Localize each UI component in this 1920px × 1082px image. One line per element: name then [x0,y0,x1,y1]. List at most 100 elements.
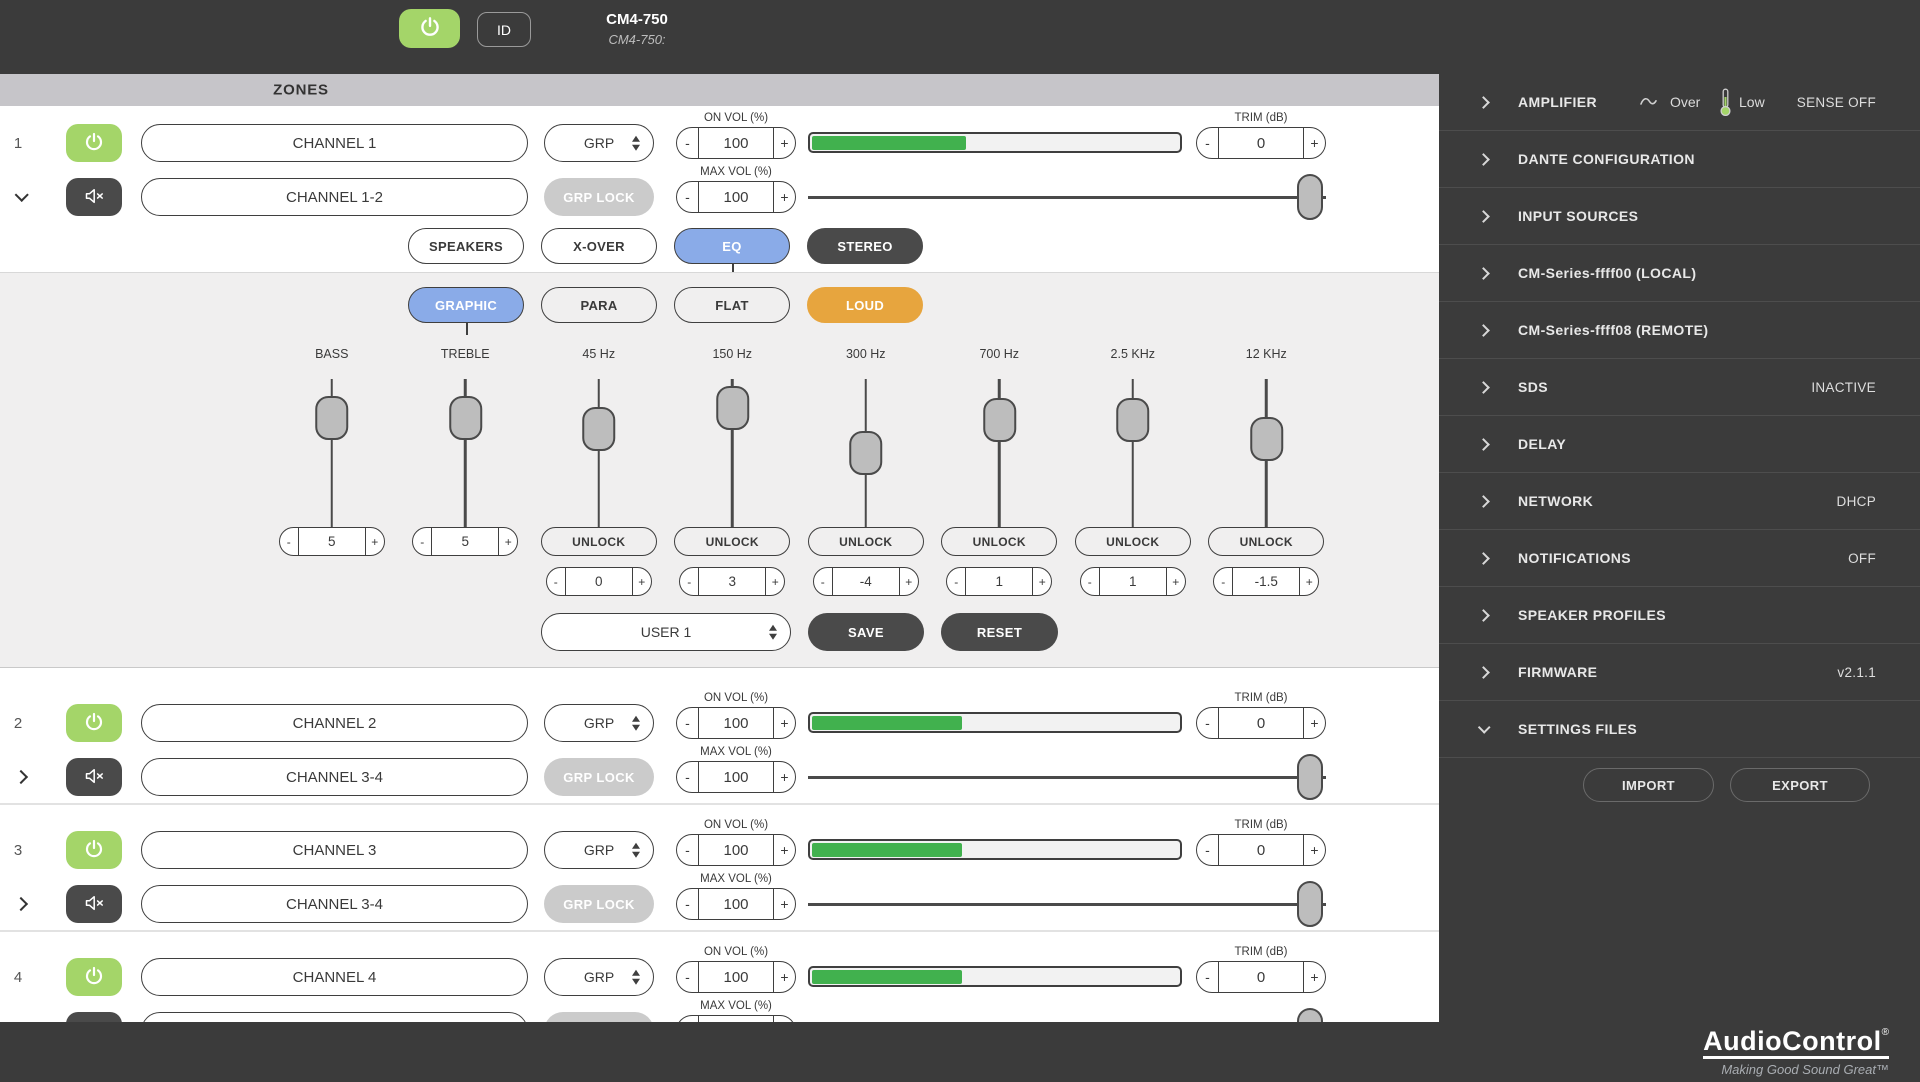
eq-save-button[interactable]: SAVE [808,613,924,651]
max-vol-slider[interactable] [808,758,1326,796]
grp-lock-button[interactable]: GRP LOCK [544,178,654,216]
stepper-value[interactable]: 0 [1218,835,1304,865]
eq-band-slider[interactable] [865,379,868,529]
eq-slider-handle[interactable] [582,407,615,451]
grp-lock-button[interactable]: GRP LOCK [544,885,654,923]
max-vol-slider[interactable] [808,178,1326,216]
stepper-minus-button[interactable]: - [947,568,965,595]
stepper-plus-button[interactable]: + [774,182,795,212]
stepper-minus-button[interactable]: - [1197,835,1218,865]
sidebar-item[interactable]: DANTE CONFIGURATION [1439,131,1920,188]
slider-handle[interactable] [1297,754,1323,800]
stepper-plus-button[interactable]: + [1167,568,1185,595]
stepper-value[interactable]: 100 [698,762,774,792]
eq-reset-button[interactable]: RESET [941,613,1058,651]
export-button[interactable]: EXPORT [1730,768,1870,802]
eq-slider-handle[interactable] [315,396,348,440]
channel-power-button[interactable] [66,704,122,742]
stepper-minus-button[interactable]: - [547,568,565,595]
eq-slider-handle[interactable] [849,431,882,475]
stepper-value[interactable]: 3 [698,568,766,595]
sidebar-item[interactable]: DELAY [1439,416,1920,473]
stepper-minus-button[interactable]: - [413,528,431,555]
stepper-value[interactable]: -1.5 [1232,568,1300,595]
stepper-plus-button[interactable]: + [774,708,795,738]
stepper-value[interactable]: 1 [965,568,1033,595]
master-power-button[interactable] [399,9,460,48]
stepper-minus-button[interactable]: - [680,568,698,595]
eq-unlock-button[interactable]: UNLOCK [674,527,790,556]
sidebar-item[interactable]: CM-Series-ffff00 (LOCAL) [1439,245,1920,302]
eq-band-slider[interactable] [1132,379,1135,529]
channel-groupname-input[interactable] [141,885,528,923]
channel-power-button[interactable] [66,124,122,162]
eq-band-slider[interactable] [998,379,1001,529]
import-button[interactable]: IMPORT [1583,768,1714,802]
channel-group-select[interactable]: GRP [544,124,654,162]
channel-power-button[interactable] [66,958,122,996]
channel-groupname-input[interactable] [141,178,528,216]
eq-preset-select[interactable]: USER 1 [541,613,791,651]
eq-slider-handle[interactable] [1116,398,1149,442]
stepper-plus-button[interactable]: + [1304,962,1325,992]
channel-power-button[interactable] [66,831,122,869]
tab-eq[interactable]: EQ [674,228,790,264]
eq-unlock-button[interactable]: UNLOCK [808,527,924,556]
stepper-value[interactable]: 100 [698,835,774,865]
eq-unlock-button[interactable]: UNLOCK [1075,527,1191,556]
stepper-plus-button[interactable]: + [633,568,651,595]
id-button[interactable]: ID [477,12,531,47]
grp-lock-button[interactable]: GRP LOCK [544,758,654,796]
stepper-value[interactable]: 100 [698,128,774,158]
stepper-plus-button[interactable]: + [774,962,795,992]
stepper-plus-button[interactable]: + [774,835,795,865]
sidebar-item[interactable]: SETTINGS FILES [1439,701,1920,758]
stepper-value[interactable]: 5 [431,528,499,555]
channel-group-select[interactable]: GRP [544,958,654,996]
channel-name-input[interactable] [141,831,528,869]
stepper-minus-button[interactable]: - [814,568,832,595]
max-vol-slider[interactable] [808,885,1326,923]
stepper-minus-button[interactable]: - [1214,568,1232,595]
sidebar-item[interactable]: CM-Series-ffff08 (REMOTE) [1439,302,1920,359]
stepper-minus-button[interactable]: - [677,128,698,158]
channel-group-select[interactable]: GRP [544,831,654,869]
eq-mode-loud[interactable]: LOUD [807,287,923,323]
slider-handle[interactable] [1297,174,1323,220]
sidebar-item[interactable]: INPUT SOURCES [1439,188,1920,245]
slider-handle[interactable] [1297,881,1323,927]
stepper-minus-button[interactable]: - [677,835,698,865]
eq-slider-handle[interactable] [716,386,749,430]
eq-band-slider[interactable] [464,379,467,529]
stepper-minus-button[interactable]: - [677,962,698,992]
eq-mode-flat[interactable]: FLAT [674,287,790,323]
stepper-value[interactable]: 0 [565,568,633,595]
stepper-minus-button[interactable]: - [1197,962,1218,992]
channel-mute-button[interactable] [66,178,122,216]
stepper-minus-button[interactable]: - [677,762,698,792]
eq-band-slider[interactable] [731,379,734,529]
eq-unlock-button[interactable]: UNLOCK [1208,527,1324,556]
channel-expand-chevron[interactable] [6,885,36,923]
stepper-plus-button[interactable]: + [774,762,795,792]
stepper-value[interactable]: -4 [832,568,900,595]
eq-mode-para[interactable]: PARA [541,287,657,323]
eq-band-slider[interactable] [598,379,601,529]
stepper-plus-button[interactable]: + [1304,128,1325,158]
stepper-minus-button[interactable]: - [280,528,298,555]
channel-expand-chevron[interactable] [6,758,36,796]
stepper-minus-button[interactable]: - [1197,708,1218,738]
eq-slider-handle[interactable] [1250,417,1283,461]
channel-name-input[interactable] [141,124,528,162]
stepper-value[interactable]: 0 [1218,128,1304,158]
stepper-minus-button[interactable]: - [1197,128,1218,158]
stepper-value[interactable]: 1 [1099,568,1167,595]
stepper-value[interactable]: 100 [698,889,774,919]
stepper-value[interactable]: 5 [298,528,366,555]
stepper-minus-button[interactable]: - [677,182,698,212]
sidebar-item[interactable]: AMPLIFIER Over Low SENSE OFF [1439,74,1920,131]
eq-unlock-button[interactable]: UNLOCK [941,527,1057,556]
eq-band-slider[interactable] [1265,379,1268,529]
tab-speakers[interactable]: SPEAKERS [408,228,524,264]
tab-xover[interactable]: X-OVER [541,228,657,264]
